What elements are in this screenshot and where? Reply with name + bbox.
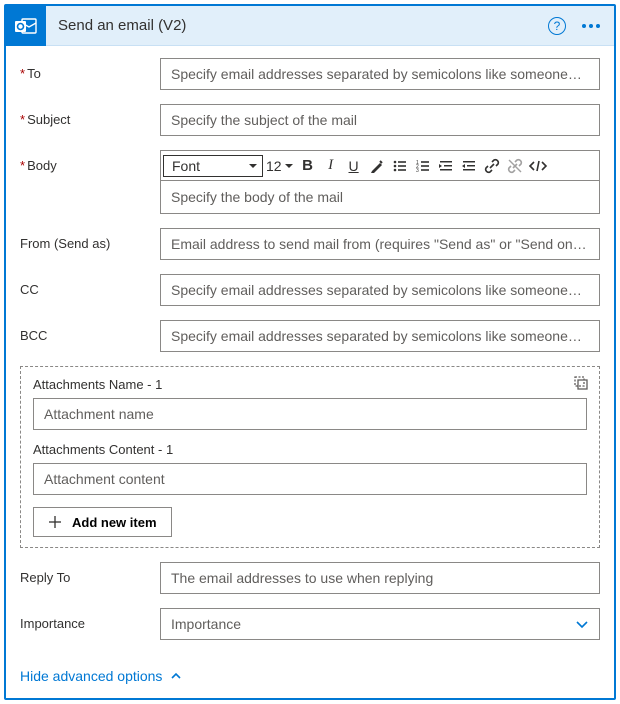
label-to: *To [20, 58, 160, 81]
to-input[interactable] [160, 58, 600, 90]
font-select[interactable]: Font [163, 155, 263, 177]
label-importance: Importance [20, 608, 160, 631]
outdent-button[interactable] [435, 155, 457, 177]
label-reply-to: Reply To [20, 562, 160, 585]
bold-button[interactable]: B [297, 155, 319, 177]
add-new-item-button[interactable]: Add new item [33, 507, 172, 537]
importance-select[interactable]: Importance [160, 608, 600, 640]
row-body: *Body Font 12 B I U [20, 150, 600, 214]
attachments-content-label: Attachments Content - 1 [33, 442, 587, 457]
body-input[interactable]: Specify the body of the mail [161, 181, 599, 213]
row-reply-to: Reply To [20, 562, 600, 594]
highlight-button[interactable] [366, 155, 388, 177]
hide-advanced-options-link[interactable]: Hide advanced options [6, 656, 614, 698]
more-icon[interactable] [578, 20, 604, 32]
unlink-button[interactable] [504, 155, 526, 177]
attachments-name-label: Attachments Name - 1 [33, 377, 587, 392]
caret-down-icon [284, 161, 294, 171]
bcc-input[interactable] [160, 320, 600, 352]
help-icon[interactable]: ? [548, 17, 566, 35]
label-subject: *Subject [20, 104, 160, 127]
attachment-name-input[interactable] [33, 398, 587, 430]
code-view-button[interactable] [527, 155, 549, 177]
label-cc: CC [20, 274, 160, 297]
reply-to-input[interactable] [160, 562, 600, 594]
subject-input[interactable] [160, 104, 600, 136]
switch-mode-icon[interactable] [573, 375, 589, 391]
attachments-group: Attachments Name - 1 Attachments Content… [20, 366, 600, 548]
chevron-down-icon [575, 617, 589, 631]
font-size-select[interactable]: 12 [264, 155, 296, 177]
send-email-card: Send an email (V2) ? *To *Subject *Body [4, 4, 616, 700]
attachment-content-input[interactable] [33, 463, 587, 495]
card-body: *To *Subject *Body Font [6, 46, 614, 656]
label-body: *Body [20, 150, 160, 173]
caret-down-icon [248, 161, 258, 171]
link-button[interactable] [481, 155, 503, 177]
outlook-icon [6, 6, 46, 46]
chevron-up-icon [170, 670, 182, 682]
rich-text-editor: Font 12 B I U [160, 150, 600, 214]
italic-button[interactable]: I [320, 155, 342, 177]
underline-button[interactable]: U [343, 155, 365, 177]
from-input[interactable] [160, 228, 600, 260]
rte-toolbar: Font 12 B I U [161, 151, 599, 181]
card-header-actions: ? [548, 17, 604, 35]
card-header: Send an email (V2) ? [6, 6, 614, 46]
row-subject: *Subject [20, 104, 600, 136]
row-bcc: BCC [20, 320, 600, 352]
row-cc: CC [20, 274, 600, 306]
card-title: Send an email (V2) [46, 17, 548, 34]
label-from: From (Send as) [20, 228, 160, 251]
label-bcc: BCC [20, 320, 160, 343]
bullet-list-button[interactable] [389, 155, 411, 177]
svg-text:3: 3 [416, 168, 419, 174]
cc-input[interactable] [160, 274, 600, 306]
row-from: From (Send as) [20, 228, 600, 260]
row-to: *To [20, 58, 600, 90]
plus-icon [48, 515, 62, 529]
number-list-button[interactable]: 123 [412, 155, 434, 177]
indent-button[interactable] [458, 155, 480, 177]
row-importance: Importance Importance [20, 608, 600, 640]
